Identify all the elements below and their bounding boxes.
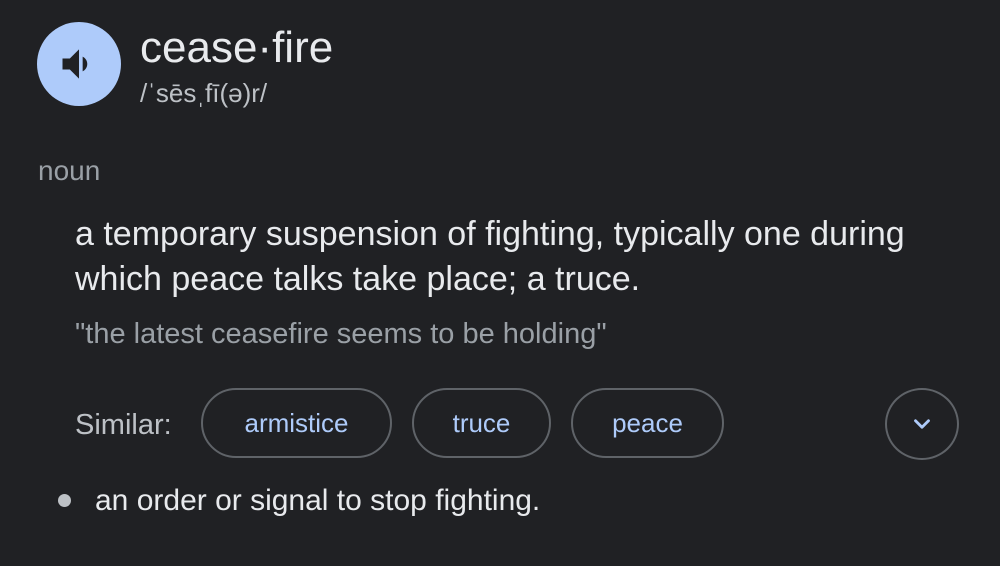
definition-text: a temporary suspension of fighting, typi…	[75, 215, 905, 298]
speaker-icon	[57, 42, 101, 86]
similar-chip-truce[interactable]: truce	[412, 388, 551, 458]
bullet-point	[58, 494, 71, 507]
example-sentence: "the latest ceasefire seems to be holdin…	[75, 318, 607, 350]
expand-similar-button[interactable]	[885, 388, 959, 460]
headword: cease·fire	[140, 23, 334, 72]
pronunciation-audio-button[interactable]	[37, 22, 121, 106]
similar-chip-peace[interactable]: peace	[571, 388, 724, 458]
definition-text: an order or signal to stop fighting.	[95, 484, 541, 517]
similar-chip-armistice[interactable]: armistice	[201, 388, 392, 458]
chip-label: peace	[612, 407, 683, 438]
chevron-down-icon	[909, 411, 935, 437]
part-of-speech: noun	[38, 155, 101, 186]
chip-label: armistice	[244, 407, 349, 438]
phonetic-spelling: /ˈsēsˌfī(ə)r/	[140, 78, 268, 108]
chip-label: truce	[452, 407, 511, 438]
similar-label: Similar:	[75, 409, 172, 441]
